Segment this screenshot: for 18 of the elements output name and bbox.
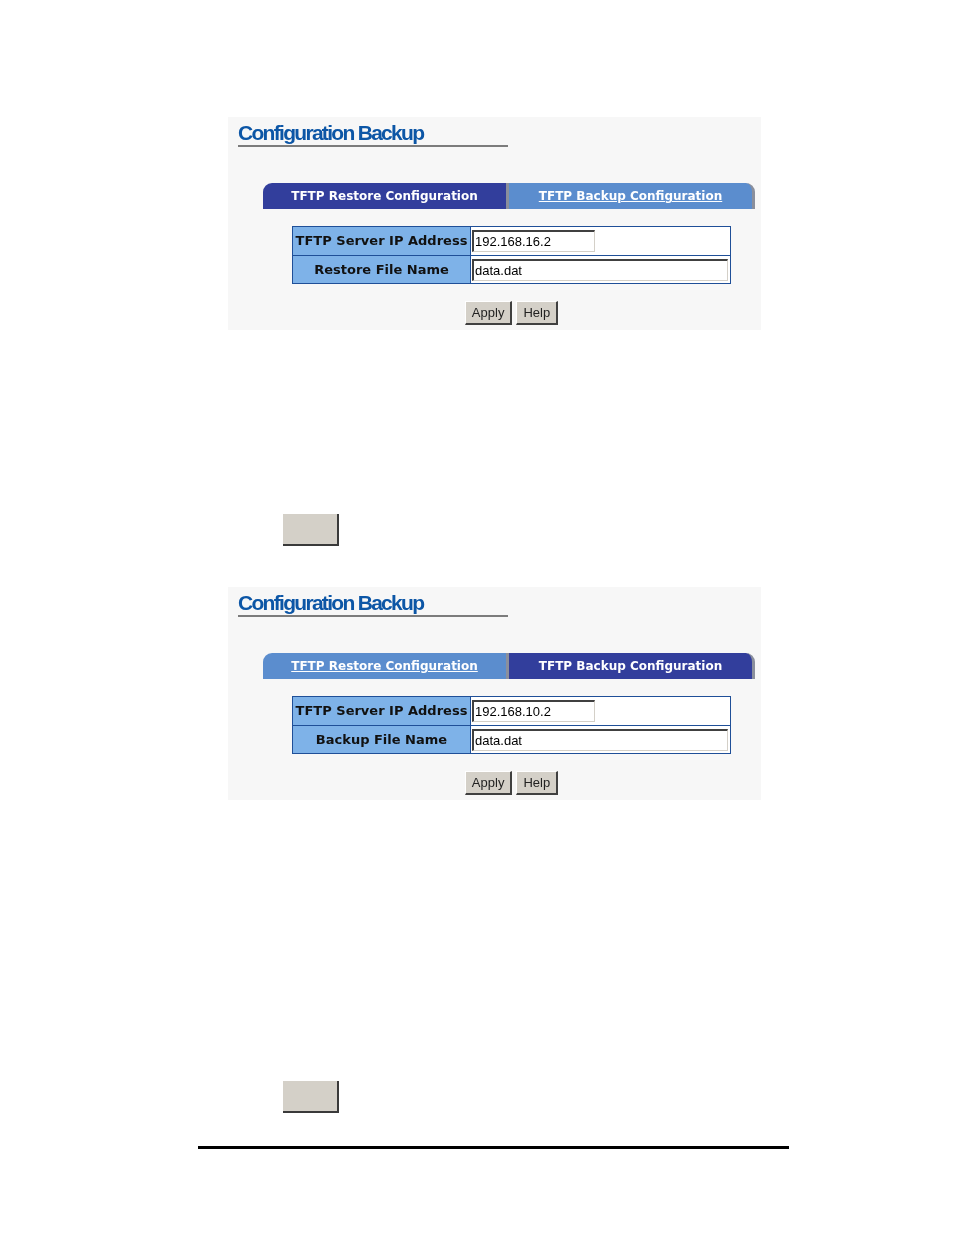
page-title: Configuration Backup xyxy=(238,591,424,615)
form-button[interactable]: Apply xyxy=(464,301,513,325)
input-field[interactable]: data.dat xyxy=(472,258,728,281)
tab[interactable]: TFTP Restore Configuration xyxy=(263,183,509,209)
form-button[interactable]: Help xyxy=(516,301,559,325)
field-label: TFTP Server IP Address xyxy=(293,227,471,255)
field-label: Backup File Name xyxy=(293,726,471,753)
field-label: TFTP Server IP Address xyxy=(293,697,471,725)
blank-button[interactable] xyxy=(283,1081,339,1113)
form-button[interactable]: Apply xyxy=(464,771,513,795)
blank-button[interactable] xyxy=(283,514,339,546)
field-label: Restore File Name xyxy=(293,256,471,283)
input-field[interactable]: 192.168.16.2 xyxy=(472,230,595,252)
page-title: Configuration Backup xyxy=(238,121,424,145)
input-field[interactable]: 192.168.10.2 xyxy=(472,700,595,722)
tab[interactable]: TFTP Backup Configuration xyxy=(509,653,755,679)
input-field[interactable]: data.dat xyxy=(472,728,728,751)
form-button[interactable]: Help xyxy=(516,771,559,795)
